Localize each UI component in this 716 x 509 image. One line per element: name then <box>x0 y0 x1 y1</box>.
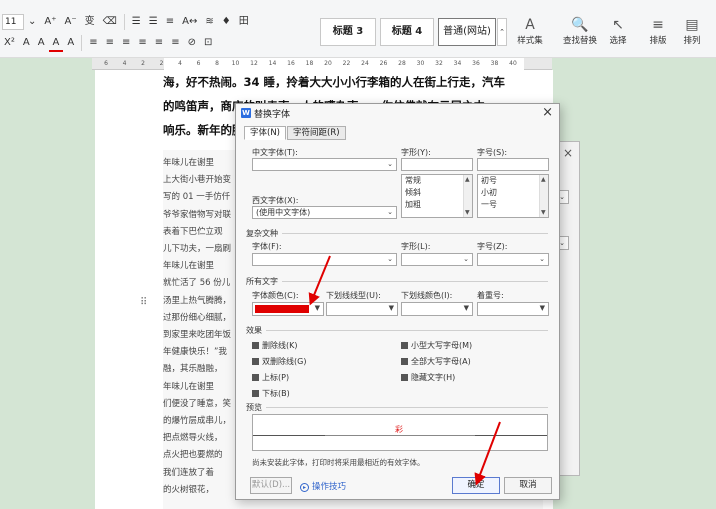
arrow-to-ok-button <box>474 421 501 486</box>
arrow-to-font-color <box>308 255 331 306</box>
annotation-arrows <box>308 255 501 486</box>
